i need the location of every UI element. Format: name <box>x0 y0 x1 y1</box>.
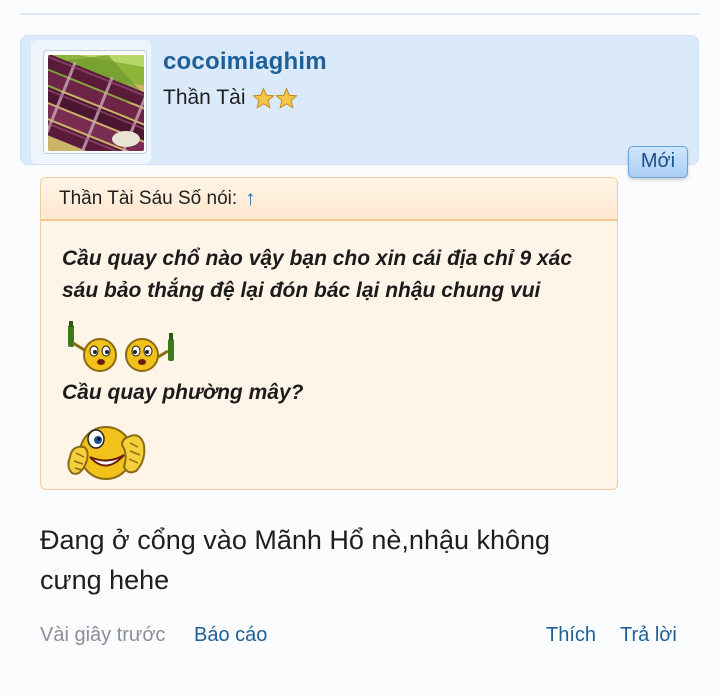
username-link[interactable]: cocoimiaghim <box>163 48 327 76</box>
quote-text-line: Cầu quay phường mây? <box>62 381 304 404</box>
reply-link[interactable]: Trả lời <box>620 624 677 647</box>
drinking-smiley-icon <box>68 321 174 372</box>
user-info-bar: cocoimiaghim Thần Tài <box>20 35 699 165</box>
jump-to-quote-arrow-icon[interactable]: ↑ <box>245 187 256 211</box>
post-message-line: cưng hehe <box>40 565 170 595</box>
report-link[interactable]: Báo cáo <box>194 624 267 647</box>
post-timestamp[interactable]: Vài giây trước <box>40 624 165 647</box>
quote-header[interactable]: Thần Tài Sáu Số nói: ↑ <box>41 178 617 221</box>
quote-text-line: Cầu quay chổ nào vậy bạn cho xin cái địa… <box>62 247 573 270</box>
quote-author: Thần Tài Sáu Số nói: <box>59 187 238 209</box>
top-divider <box>20 13 700 15</box>
sugarcane-avatar-icon <box>48 55 144 151</box>
shy-smiley-icon <box>67 426 146 480</box>
avatar[interactable] <box>43 50 147 154</box>
user-title: Thần Tài <box>163 86 298 110</box>
avatar-frame <box>31 40 151 164</box>
new-badge: Mới <box>628 146 688 178</box>
quote-body: Cầu quay chổ nào vậy bạn cho xin cái địa… <box>41 221 617 483</box>
user-title-text: Thần Tài <box>163 86 246 109</box>
quote-block: Thần Tài Sáu Số nói: ↑ Cầu quay chổ nào … <box>40 177 618 490</box>
post-message-line: Đang ở cổng vào Mãnh Hổ nè,nhậu không <box>40 525 551 555</box>
quote-text-line: sáu bảo thắng đệ lại đón bác lại nhậu ch… <box>62 279 541 302</box>
like-link[interactable]: Thích <box>546 624 596 647</box>
post-footer: Vài giây trước Báo cáo Thích Trả lời <box>40 624 680 652</box>
star-icon <box>274 86 298 109</box>
post-message: Đang ở cổng vào Mãnh Hổ nè,nhậu không cư… <box>40 520 670 600</box>
star-icon <box>251 86 275 109</box>
rank-stars <box>251 86 298 110</box>
